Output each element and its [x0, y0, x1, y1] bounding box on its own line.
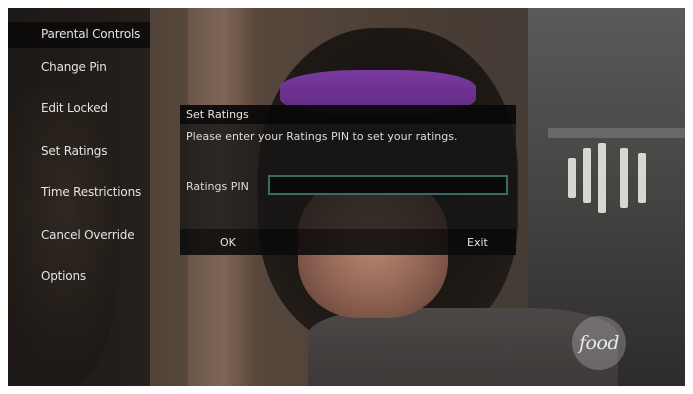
background-candle	[638, 153, 646, 203]
menu-item-edit-locked[interactable]: Edit Locked	[41, 101, 108, 115]
dialog-message: Please enter your Ratings PIN to set you…	[186, 130, 458, 143]
menu-item-change-pin[interactable]: Change Pin	[41, 60, 107, 74]
food-network-logo: food	[572, 316, 626, 370]
parental-controls-menu: Parental Controls Change Pin Edit Locked…	[8, 8, 150, 386]
ratings-pin-input[interactable]	[268, 175, 508, 195]
dialog-title: Set Ratings	[186, 108, 249, 121]
menu-title: Parental Controls	[41, 27, 141, 41]
menu-item-set-ratings[interactable]: Set Ratings	[41, 144, 107, 158]
set-ratings-dialog: Set Ratings Please enter your Ratings PI…	[180, 105, 516, 255]
tv-screen: Parental Controls Change Pin Edit Locked…	[8, 8, 685, 386]
background-candle	[568, 158, 576, 198]
menu-item-cancel-override[interactable]: Cancel Override	[41, 228, 135, 242]
menu-item-time-restrictions[interactable]: Time Restrictions	[41, 185, 141, 199]
background-shelf	[548, 128, 685, 138]
ratings-pin-label: Ratings PIN	[186, 180, 249, 193]
menu-item-options[interactable]: Options	[41, 269, 86, 283]
background-candle	[583, 148, 591, 203]
background-candle	[598, 143, 606, 213]
background-candle	[620, 148, 628, 208]
logo-text: food	[578, 332, 620, 354]
exit-button[interactable]: Exit	[467, 236, 488, 249]
ok-button[interactable]: OK	[220, 236, 236, 249]
